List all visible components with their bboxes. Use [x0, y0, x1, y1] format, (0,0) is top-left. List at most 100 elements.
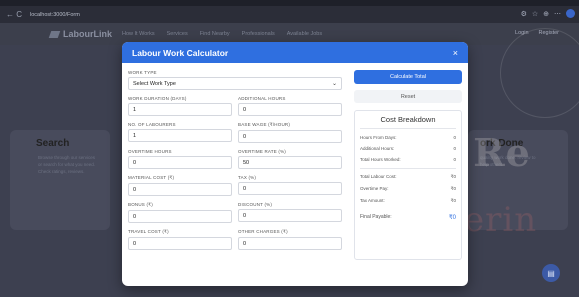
- form-field: BONUS (₹) 0: [128, 202, 232, 223]
- nav-available-jobs[interactable]: Available Jobs: [287, 31, 322, 37]
- browser-nav-buttons[interactable]: ← C: [6, 10, 22, 19]
- form-field: TRAVEL COST (₹) 0: [128, 229, 232, 250]
- menu-icon[interactable]: ⋯: [554, 10, 561, 18]
- breakdown-row: Overtime Pay: ₹0: [360, 186, 456, 192]
- feature-card-search: Search Browse through our services or se…: [10, 130, 110, 230]
- work-duration-label: WORK DURATION (DAYS): [128, 96, 187, 101]
- form-row: MATERIAL COST (₹) 0 TAX (%) 0: [128, 175, 342, 196]
- labourers-input[interactable]: 1: [128, 129, 232, 142]
- breakdown-label: Tax Amount:: [360, 198, 385, 203]
- breakdown-label: Total Labour Cost:: [360, 174, 397, 179]
- breakdown-value: ₹0: [450, 186, 456, 191]
- calculate-total-button[interactable]: Calculate Total: [354, 70, 462, 84]
- breakdown-value: 0: [453, 135, 456, 140]
- bonus-label: BONUS (₹): [128, 202, 153, 207]
- material-cost-label: MATERIAL COST (₹): [128, 175, 175, 180]
- final-payable-row: Final Payable: ₹0: [360, 214, 456, 221]
- browser-actions: ⚙ ☆ ⊕ ⋯: [521, 9, 575, 18]
- form-field: OVERTIME HOURS 0: [128, 149, 232, 169]
- site-logo[interactable]: LabourLink: [48, 29, 112, 39]
- nav-how-it-works[interactable]: How It Works: [122, 31, 155, 37]
- form-row: WORK DURATION (DAYS) 1 ADDITIONAL HOURS …: [128, 96, 342, 116]
- work-type-select[interactable]: Select Work Type ⌄: [128, 77, 342, 90]
- calculator-modal: Labour Work Calculator × WORK TYPE Selec…: [122, 42, 468, 286]
- form-field: MATERIAL COST (₹) 0: [128, 175, 232, 196]
- work-type-label: WORK TYPE: [128, 70, 157, 75]
- form-row: BONUS (₹) 0 DISCOUNT (%) 0: [128, 202, 342, 223]
- feature-title: Search: [36, 138, 70, 149]
- logo-text: LabourLink: [63, 29, 112, 39]
- overtime-hours-label: OVERTIME HOURS: [128, 149, 172, 154]
- tax-label: TAX (%): [238, 175, 257, 180]
- tax-input[interactable]: 0: [238, 182, 342, 195]
- labourers-label: NO. OF LABOURERS: [128, 122, 176, 127]
- breakdown-row: Tax Amount: ₹0: [360, 198, 456, 204]
- final-payable-label: Final Payable:: [360, 214, 392, 220]
- form-field: DISCOUNT (%) 0: [238, 202, 342, 223]
- form-field: NO. OF LABOURERS 1: [128, 122, 232, 143]
- bonus-input[interactable]: 0: [128, 210, 232, 223]
- overtime-hours-input[interactable]: 0: [128, 156, 232, 169]
- star-icon[interactable]: ☆: [532, 10, 538, 18]
- nav-find-nearby[interactable]: Find Nearby: [200, 31, 230, 37]
- form-field: ADDITIONAL HOURS 0: [238, 96, 342, 116]
- breakdown-value: 0: [453, 146, 456, 151]
- cost-breakdown: Cost Breakdown Hours From Days: 0 Additi…: [354, 110, 462, 260]
- base-wage-input[interactable]: 0: [238, 130, 342, 143]
- main-nav: How It Works Services Find Nearby Profes…: [122, 31, 322, 37]
- chevron-down-icon: ⌄: [331, 81, 337, 87]
- modal-header: Labour Work Calculator ×: [122, 42, 468, 63]
- profile-avatar[interactable]: [566, 9, 575, 18]
- settings-icon[interactable]: ⚙: [521, 10, 527, 18]
- breakdown-title: Cost Breakdown: [360, 115, 456, 129]
- feature-description: Browse through our services or search fo…: [38, 155, 96, 174]
- other-charges-label: OTHER CHARGES (₹): [238, 229, 288, 234]
- discount-label: DISCOUNT (%): [238, 202, 273, 207]
- breakdown-row: Additional Hours: 0: [360, 146, 456, 151]
- document-icon: ▤: [547, 268, 555, 278]
- form-field: WORK DURATION (DAYS) 1: [128, 96, 232, 116]
- work-type-value: Select Work Type: [133, 80, 176, 87]
- breakdown-value: ₹0: [450, 198, 456, 203]
- breakdown-label: Total Hours Worked:: [360, 157, 401, 162]
- breakdown-row: Total Hours Worked: 0: [360, 157, 456, 162]
- breakdown-label: Hours From Days:: [360, 135, 397, 140]
- form-row: NO. OF LABOURERS 1 BASE WAGE (₹/HOUR) 0: [128, 122, 342, 143]
- discount-input[interactable]: 0: [238, 209, 342, 222]
- nav-services[interactable]: Services: [167, 31, 188, 37]
- result-panel: Calculate Total Reset Cost Breakdown Hou…: [354, 70, 462, 260]
- breakdown-row: Hours From Days: 0: [360, 135, 456, 140]
- overtime-rate-label: OVERTIME RATE (%): [238, 149, 286, 154]
- other-charges-input[interactable]: 0: [238, 237, 342, 250]
- calculator-form: WORK TYPE Select Work Type ⌄ WORK DURATI…: [128, 70, 342, 250]
- breakdown-row: Total Labour Cost: ₹0: [360, 168, 456, 180]
- address-bar[interactable]: localhost:3000/Form: [30, 12, 80, 18]
- form-row: OVERTIME HOURS 0 OVERTIME RATE (%) 50: [128, 149, 342, 169]
- form-field: OTHER CHARGES (₹) 0: [238, 229, 342, 250]
- material-cost-input[interactable]: 0: [128, 183, 232, 196]
- additional-hours-label: ADDITIONAL HOURS: [238, 96, 286, 101]
- travel-cost-input[interactable]: 0: [128, 237, 232, 250]
- modal-title: Labour Work Calculator: [132, 47, 229, 58]
- additional-hours-input[interactable]: 0: [238, 103, 342, 116]
- form-field: TAX (%) 0: [238, 175, 342, 196]
- work-duration-input[interactable]: 1: [128, 103, 232, 116]
- browser-toolbar: ← C localhost:3000/Form ⚙ ☆ ⊕ ⋯: [0, 6, 579, 23]
- reset-button[interactable]: Reset: [354, 90, 462, 103]
- close-icon[interactable]: ×: [453, 48, 458, 58]
- form-row: TRAVEL COST (₹) 0 OTHER CHARGES (₹) 0: [128, 229, 342, 250]
- travel-cost-label: TRAVEL COST (₹): [128, 229, 169, 234]
- logo-icon: [48, 30, 61, 38]
- final-payable-value: ₹0: [448, 215, 456, 221]
- form-field: BASE WAGE (₹/HOUR) 0: [238, 122, 342, 143]
- breakdown-value: ₹0: [450, 174, 456, 179]
- form-field: OVERTIME RATE (%) 50: [238, 149, 342, 169]
- floating-action-button[interactable]: ▤: [542, 264, 560, 282]
- breakdown-value: 0: [453, 157, 456, 162]
- extensions-icon[interactable]: ⊕: [543, 10, 549, 18]
- breakdown-label: Additional Hours:: [360, 146, 395, 151]
- overtime-rate-input[interactable]: 50: [238, 156, 342, 169]
- breakdown-label: Overtime Pay:: [360, 186, 389, 191]
- nav-professionals[interactable]: Professionals: [242, 31, 275, 37]
- base-wage-label: BASE WAGE (₹/HOUR): [238, 122, 291, 127]
